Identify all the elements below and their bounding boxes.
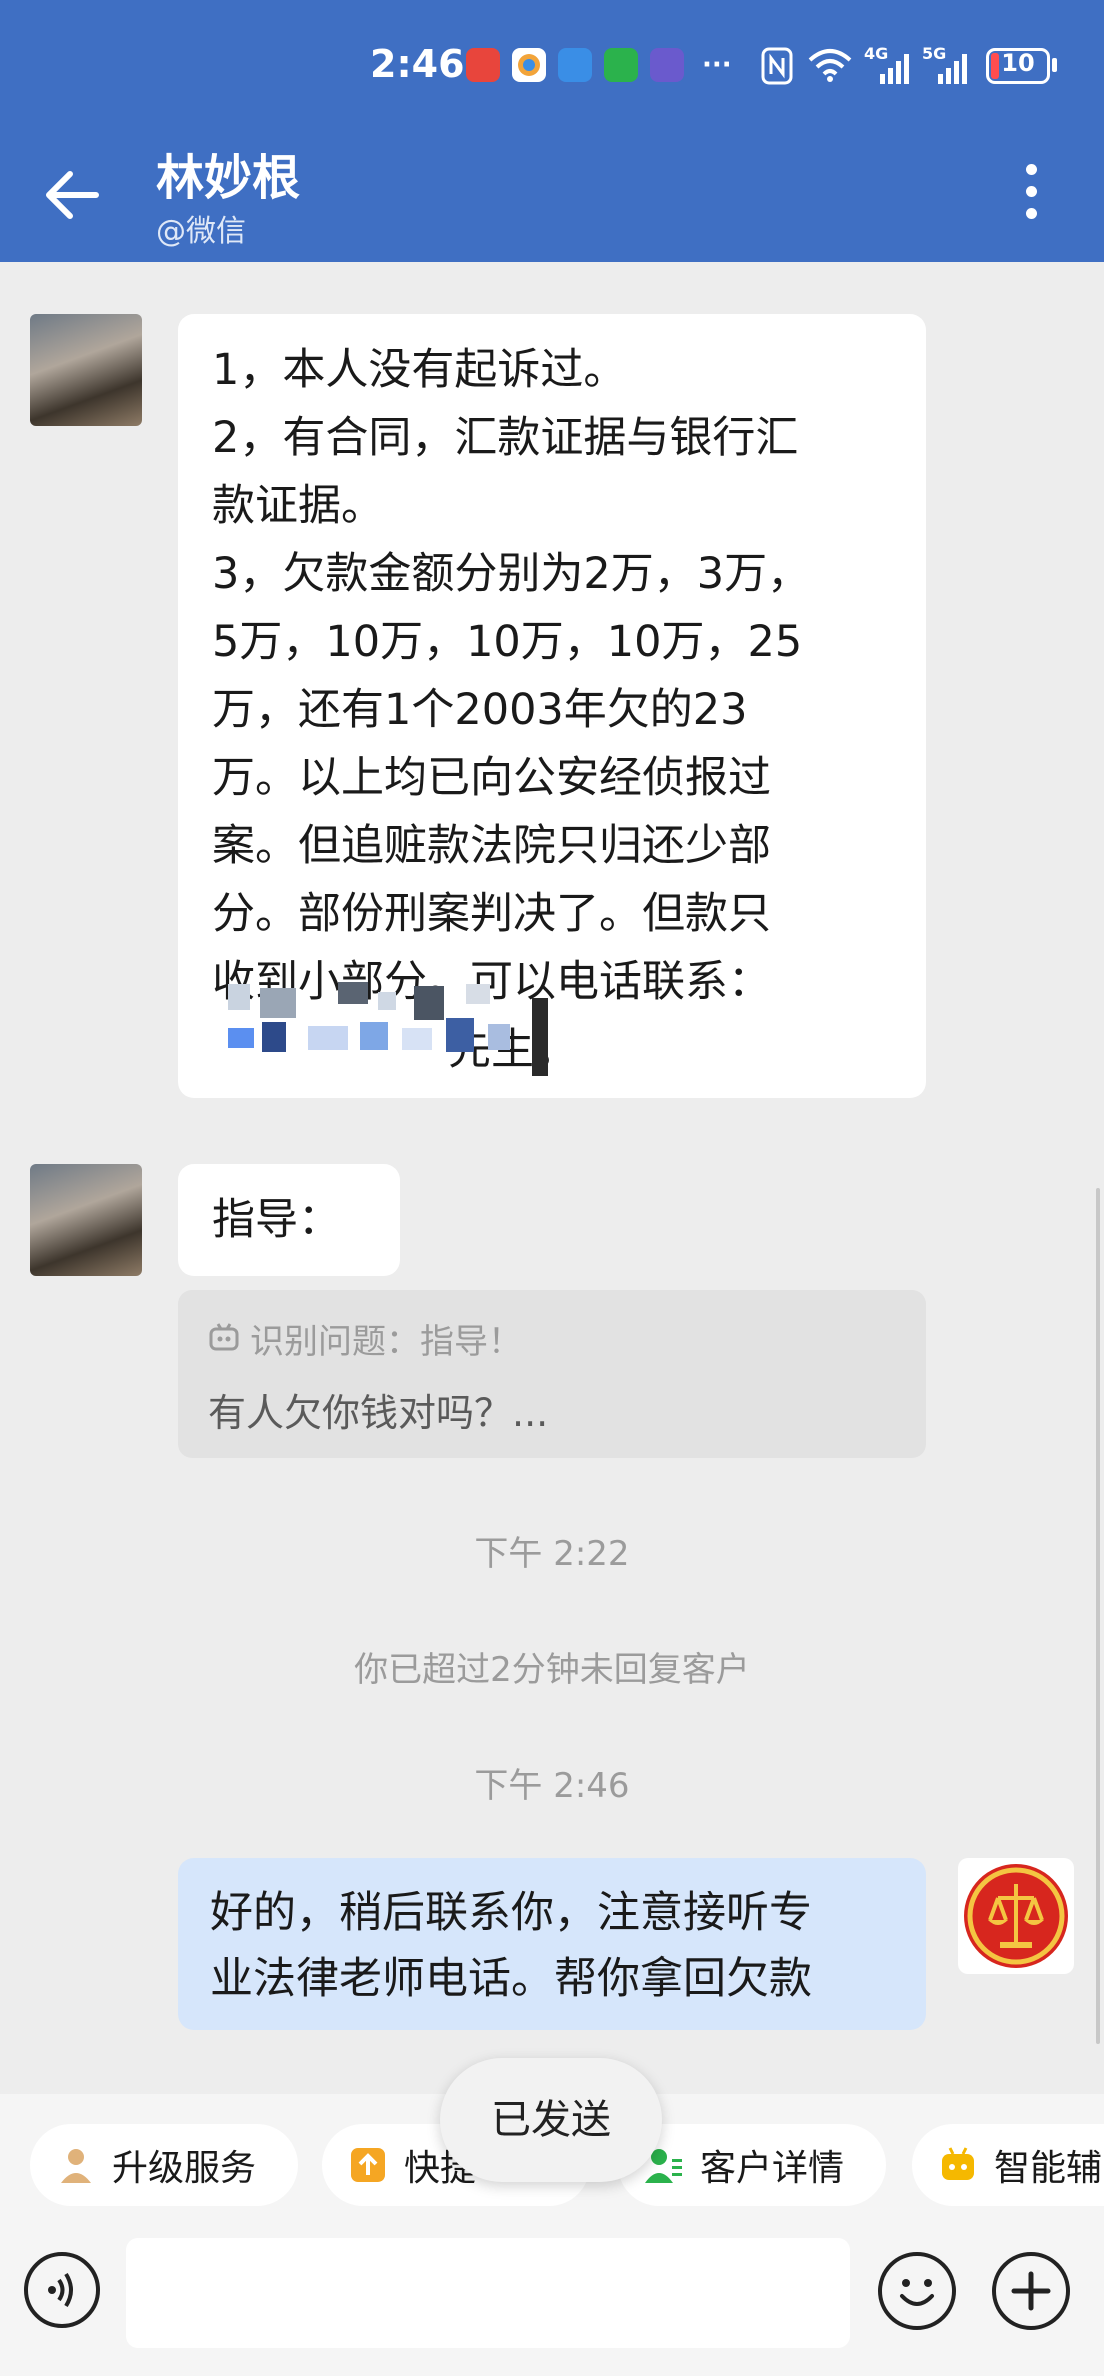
message-line: 5万，10万，10万，10万，25 xyxy=(212,617,803,667)
smart-assist-button[interactable]: 智能辅 xyxy=(912,2124,1104,2206)
plus-icon xyxy=(1011,2271,1051,2311)
message-input[interactable] xyxy=(126,2238,850,2348)
wifi-icon xyxy=(808,49,852,82)
message-line: 分。部份刑案判决了。但款只 xyxy=(212,889,771,939)
more-options-icon[interactable] xyxy=(1012,160,1052,224)
contact-avatar[interactable] xyxy=(30,314,142,426)
message-line: 案。但追赃款法院只归还少部 xyxy=(212,821,771,871)
sent-toast: 已发送 xyxy=(440,2058,662,2182)
nfc-icon xyxy=(761,47,793,85)
wechat-icon xyxy=(604,48,638,82)
upload-icon xyxy=(351,2148,385,2182)
purple-app-icon xyxy=(650,48,684,82)
status-time: 2:46 xyxy=(370,42,465,86)
chip-label: 客户详情 xyxy=(700,2148,845,2189)
emoji-button[interactable] xyxy=(878,2252,956,2330)
redacted-phone xyxy=(188,978,586,1078)
battery-tip xyxy=(1052,58,1057,72)
colorful-app-icon xyxy=(512,48,546,82)
robot-icon xyxy=(209,1323,239,1351)
robot-icon xyxy=(942,2147,974,2180)
message-line: 万，还有1个2003年欠的23 xyxy=(212,685,748,735)
timestamp: 下午 2:22 xyxy=(474,1534,630,1574)
recognition-title: 识别问题：指导！ xyxy=(250,1322,522,1362)
chip-label: 升级服务 xyxy=(112,2148,257,2189)
system-notice: 你已超过2分钟未回复客户 xyxy=(354,1650,750,1690)
message-line: 款证据。 xyxy=(212,481,384,531)
recognition-body: 有人欠你钱对吗？... xyxy=(208,1391,549,1435)
person-crown-icon xyxy=(61,2149,91,2183)
court-emblem-avatar[interactable] xyxy=(958,1858,1074,1974)
message-line: 1，本人没有起诉过。 xyxy=(212,345,627,395)
signal-bars-icon-2 xyxy=(938,54,967,84)
contact-source: @微信 xyxy=(156,214,246,249)
red-app-icon xyxy=(466,48,500,82)
back-arrow-icon[interactable] xyxy=(38,160,108,230)
voice-input-button[interactable] xyxy=(24,2252,100,2328)
my-message-bubble[interactable]: 好的，稍后联系你，注意接听专 业法律老师电话。帮你拿回欠款 xyxy=(178,1858,926,2030)
signal-bars-icon xyxy=(880,54,909,84)
voice-icon xyxy=(48,2272,73,2308)
message-line: 3，欠款金额分别为2万，3万， xyxy=(212,549,811,599)
message-text: 1，本人没有起诉过。 2，有合同，汇款证据与银行汇 款证据。 3，欠款金额分别为2万，… xyxy=(212,336,892,1084)
smiley-icon xyxy=(900,2279,934,2306)
more-notifications: ··· xyxy=(702,50,732,80)
contact-name: 林妙根 xyxy=(156,150,301,206)
chat-scrollbar[interactable] xyxy=(1096,1188,1100,2044)
my-message-line: 业法律老师电话。帮你拿回欠款 xyxy=(210,1954,812,2004)
timestamp: 下午 2:46 xyxy=(474,1766,630,1806)
more-functions-button[interactable] xyxy=(992,2252,1070,2330)
message-line: 2，有合同，汇款证据与银行汇 xyxy=(212,413,799,463)
battery-icon: 10 xyxy=(986,48,1050,84)
blue-chat-app-icon xyxy=(558,48,592,82)
upgrade-service-button[interactable]: 升级服务 xyxy=(30,2124,298,2206)
message-line: 万。以上均已向公安经侦报过 xyxy=(212,753,771,803)
my-message-line: 好的，稍后联系你，注意接听专 xyxy=(210,1888,812,1938)
chip-label: 智能辅 xyxy=(994,2148,1103,2189)
ai-recognition-card[interactable]: 识别问题：指导！ 有人欠你钱对吗？... xyxy=(178,1290,926,1458)
message-bubble[interactable]: 指导： xyxy=(178,1164,400,1276)
battery-level: 10 xyxy=(1001,49,1035,77)
contact-avatar[interactable] xyxy=(30,1164,142,1276)
